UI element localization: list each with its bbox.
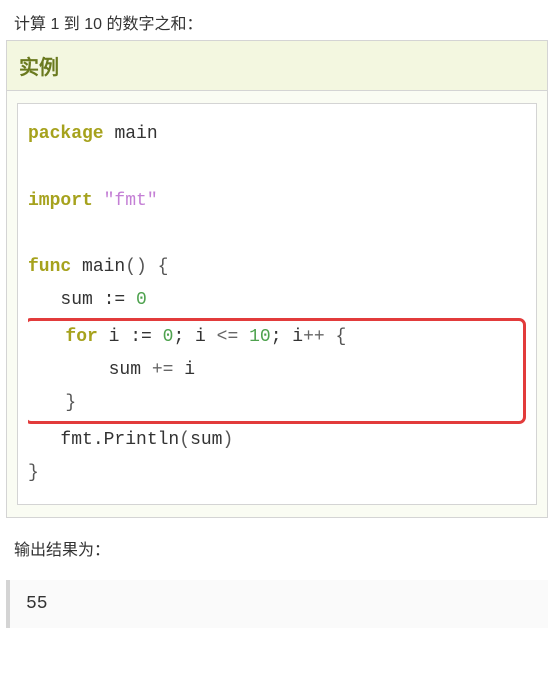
println: Println [104,430,180,450]
dot: . [93,430,104,450]
inc-op: ++ [303,327,325,347]
kw-import: import [28,191,93,211]
highlight-box: for i := 0; i <= 10; i++ { sum += i } [28,318,526,424]
close-paren-2: ) [222,430,233,450]
kw-for: for [65,327,97,347]
open-paren-2: ( [179,430,190,450]
output-label: 输出结果为： [0,518,554,566]
open-brace: { [158,257,169,277]
num-zero: 0 [136,290,147,310]
lte-op: <= [217,327,239,347]
i-decl: i [98,327,130,347]
i-var: i [173,360,195,380]
sum-indent: sum [28,290,104,310]
semi-i: ; i [173,327,216,347]
decl-op-2: := [130,327,152,347]
example-box: 实例 package main import "fmt" func main()… [6,40,548,518]
pluseq-op: += [152,360,174,380]
parens: () [125,257,147,277]
code-block: package main import "fmt" func main() { … [17,103,537,505]
sp [125,290,136,310]
import-string: "fmt" [104,191,158,211]
semi-i2: ; i [271,327,303,347]
sum-line: sum [33,360,152,380]
decl-op: := [104,290,126,310]
close-brace: } [28,463,39,483]
sum-arg: sum [190,430,222,450]
close-brace-2: } [33,393,76,413]
num-zero-2: 0 [163,327,174,347]
open-brace-2: { [325,327,347,347]
example-title: 实例 [7,41,547,91]
intro-text: 计算 1 到 10 的数字之和： [0,0,554,40]
kw-func: func [28,257,71,277]
sp2 [152,327,163,347]
code-pre: package main import "fmt" func main() { … [28,118,526,490]
kw-package: package [28,124,104,144]
func-name: main [82,257,125,277]
fmt-line: fmt [28,430,93,450]
pkg-name: main [114,124,157,144]
num-ten: 10 [249,327,271,347]
output-block: 55 [6,580,548,628]
